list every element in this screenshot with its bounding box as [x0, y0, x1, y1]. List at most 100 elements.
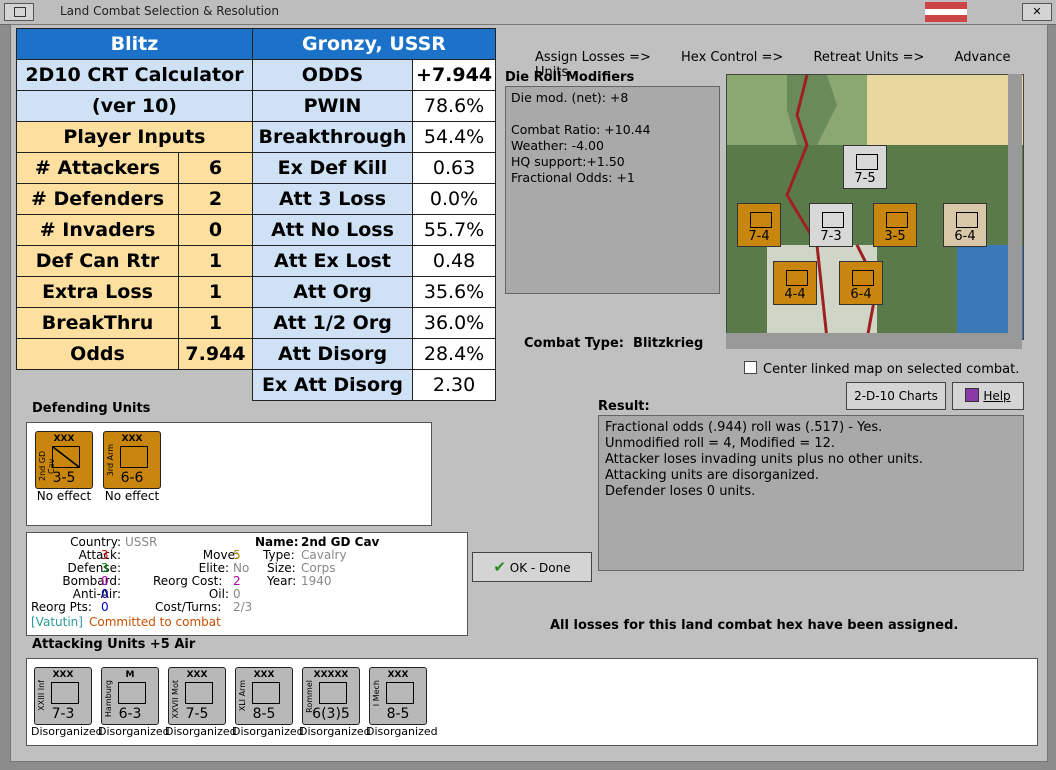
map-counter[interactable]: 6-4 — [943, 203, 987, 247]
armor-symbol-icon — [252, 682, 280, 704]
center-map-label: Center linked map on selected combat. — [763, 362, 1020, 377]
armor-symbol-icon — [319, 682, 347, 704]
result-label: PWIN — [251, 90, 414, 122]
die-mod-line: Die mod. (net): +8 — [511, 90, 629, 105]
motorized-symbol-icon — [185, 682, 213, 704]
unit-value: 6-6 — [120, 470, 144, 486]
die-mod-line: HQ support:+1.50 — [511, 154, 625, 169]
unit-size: XXX — [121, 434, 143, 444]
unit-value: 6(3)5 — [312, 706, 350, 722]
unit-counter[interactable]: XXX 3rd Arm 6-6 — [103, 431, 161, 489]
window-title: Land Combat Selection & Resolution — [60, 4, 279, 18]
map-counter[interactable]: 7-3 — [809, 203, 853, 247]
defending-header: Defending Units — [32, 401, 151, 416]
result-label: Att Ex Lost — [251, 245, 414, 277]
unit-status: No effect — [36, 489, 92, 503]
center-map-checkbox[interactable]: Center linked map on selected combat. — [744, 361, 1019, 377]
result-label: Breakthrough — [251, 121, 414, 153]
combat-type-value: Blitzkrieg — [633, 336, 704, 351]
input-label: BreakThru — [15, 307, 180, 339]
step-hex-control: Hex Control => — [681, 50, 784, 65]
unit-counter[interactable]: XXX XXVII Mot 7-5 — [168, 667, 226, 725]
unit-status: Disorganized — [98, 725, 170, 738]
result-header: Result: — [598, 399, 650, 414]
map-counter[interactable]: 7-4 — [737, 203, 781, 247]
step-assign-losses: Assign Losses => — [535, 50, 651, 65]
unit-counter[interactable]: XXX 2nd GD Cav 3-5 — [35, 431, 93, 489]
checkbox-box[interactable] — [744, 361, 757, 374]
result-line: Defender loses 0 units. — [605, 484, 756, 499]
year-label: Year: — [267, 574, 297, 588]
unit-counter[interactable]: XXXXX Rommel 6(3)5 — [302, 667, 360, 725]
calc-left-header: Blitz — [16, 28, 253, 60]
unit-value: 8-5 — [252, 706, 276, 722]
check-icon: ✔ — [493, 558, 506, 576]
result-label: Att 1/2 Org — [251, 307, 414, 339]
defending-unit[interactable]: XXX 2nd GD Cav 3-5 No effect — [33, 431, 95, 503]
result-value: 36.0% — [412, 307, 496, 339]
map-counter[interactable]: 6-4 — [839, 261, 883, 305]
attacking-unit[interactable]: XXX XXVII Mot 7-5 Disorganized — [165, 667, 237, 738]
unit-value: 6-3 — [118, 706, 142, 722]
result-value: 28.4% — [412, 338, 496, 370]
input-value: 0 — [178, 214, 253, 246]
ok-done-button[interactable]: ✔ OK - Done — [472, 552, 592, 582]
result-line: Unmodified roll = 4, Modified = 12. — [605, 436, 836, 451]
result-value: 0.0% — [412, 183, 496, 215]
die-mod-line: Combat Ratio: +10.44 — [511, 122, 651, 137]
attacking-unit[interactable]: XXX I Mech 8-5 Disorganized — [366, 667, 438, 738]
linked-map[interactable]: 7-4 7-3 3-5 6-4 4-4 6-4 7-5 — [726, 74, 1024, 340]
attacking-unit[interactable]: XXX XLI Arm 8-5 Disorganized — [232, 667, 304, 738]
title-bar: Land Combat Selection & Resolution ✕ — [0, 0, 1056, 25]
result-line: Fractional odds (.944) roll was (.517) -… — [605, 420, 883, 435]
map-counter[interactable]: 7-5 — [843, 145, 887, 189]
cavalry-symbol-icon — [52, 446, 80, 468]
attacking-unit[interactable]: XXX XXIII Inf 7-3 Disorganized — [31, 667, 103, 738]
input-value: 1 — [178, 307, 253, 339]
unit-status: Disorganized — [232, 725, 304, 738]
window-menu-button[interactable] — [4, 3, 34, 21]
result-value: 2.30 — [412, 369, 496, 401]
result-value: 35.6% — [412, 276, 496, 308]
cost-turns-value: 2/3 — [233, 600, 253, 614]
hq-name: [Vatutin] — [31, 615, 83, 629]
result-label: ODDS — [251, 59, 414, 91]
result-value: 55.7% — [412, 214, 496, 246]
infantry-symbol-icon — [51, 682, 79, 704]
input-label: # Defenders — [15, 183, 180, 215]
map-horizontal-scrollbar[interactable] — [726, 333, 1022, 349]
die-mod-line: Fractional Odds: +1 — [511, 170, 635, 185]
map-counter-selected[interactable]: 3-5 — [873, 203, 917, 247]
input-label: Odds — [15, 338, 180, 370]
combat-type: Combat Type: Blitzkrieg — [524, 336, 703, 351]
unit-size: M — [125, 670, 135, 680]
defending-unit[interactable]: XXX 3rd Arm 6-6 No effect — [101, 431, 163, 503]
die-mod-line — [511, 106, 714, 122]
attacking-unit[interactable]: M Hamburg 6-3 Disorganized — [98, 667, 170, 738]
unit-counter[interactable]: XXX XXIII Inf 7-3 — [34, 667, 92, 725]
input-label: Def Can Rtr — [15, 245, 180, 277]
unit-value: 3-5 — [52, 470, 76, 486]
unit-size: XXX — [387, 670, 409, 680]
reorg-value: 0 — [101, 600, 109, 614]
unit-counter[interactable]: M Hamburg 6-3 — [101, 667, 159, 725]
map-counter[interactable]: 4-4 — [773, 261, 817, 305]
map-vertical-scrollbar[interactable] — [1008, 74, 1022, 336]
input-label: # Invaders — [15, 214, 180, 246]
country-value: USSR — [125, 535, 158, 549]
unit-counter[interactable]: XXX I Mech 8-5 — [369, 667, 427, 725]
unit-counter[interactable]: XXX XLI Arm 8-5 — [235, 667, 293, 725]
cost-turns-label: Cost/Turns: — [155, 600, 222, 614]
close-button[interactable]: ✕ — [1022, 3, 1052, 21]
attacking-unit[interactable]: XXXXX Rommel 6(3)5 Disorganized — [299, 667, 371, 738]
result-value: 0.48 — [412, 245, 496, 277]
charts-button[interactable]: 2-D-10 Charts — [846, 382, 946, 410]
die-roll-header: Die Roll Modifiers — [505, 70, 635, 85]
combat-type-label: Combat Type: — [524, 336, 624, 351]
losses-message: All losses for this land combat hex have… — [550, 618, 959, 633]
result-label: Att No Loss — [251, 214, 414, 246]
result-value: 54.4% — [412, 121, 496, 153]
ok-label: OK - Done — [509, 561, 571, 575]
unit-status: Disorganized — [366, 725, 438, 738]
help-button[interactable]: Help — [952, 382, 1024, 410]
